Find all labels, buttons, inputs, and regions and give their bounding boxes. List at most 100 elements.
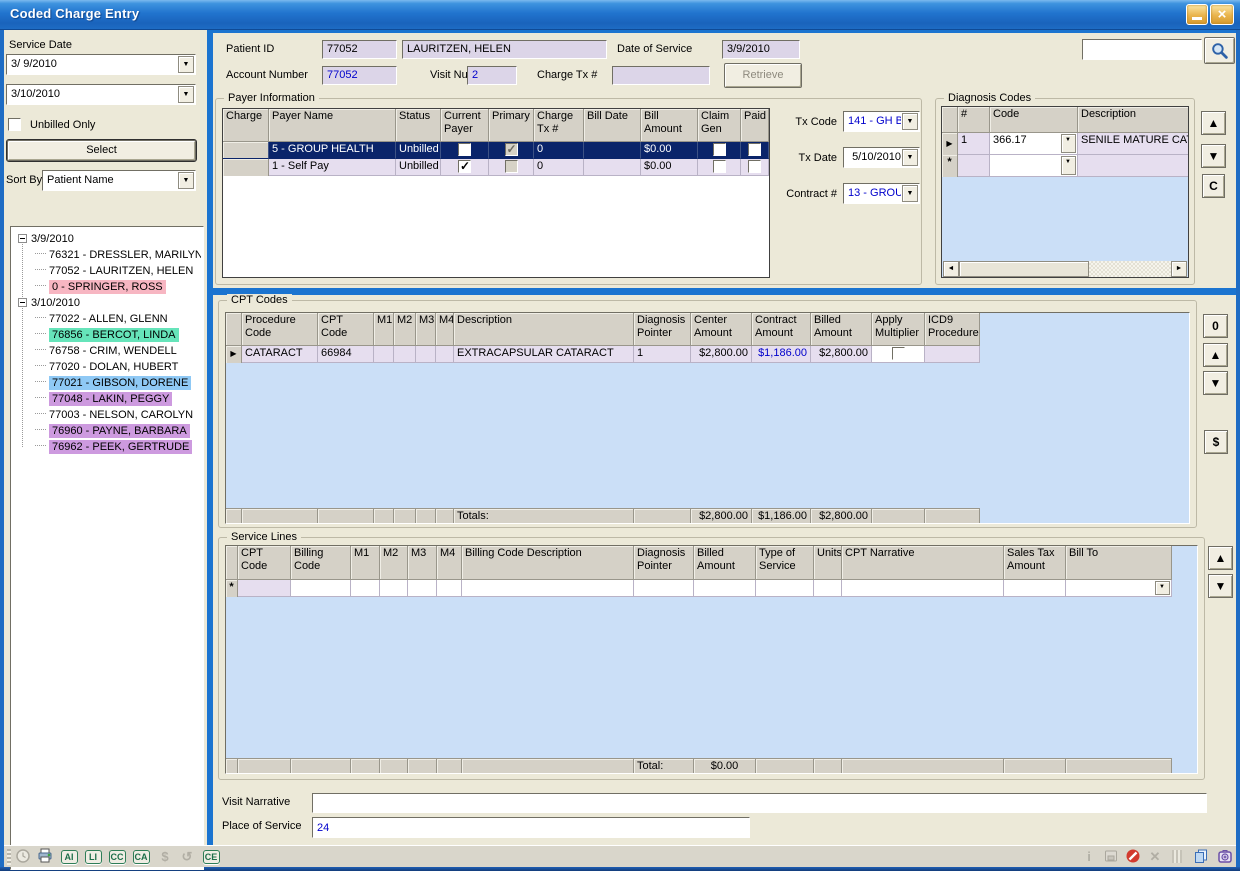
retrieve-button[interactable]: Retrieve (724, 63, 802, 88)
paid-checkbox[interactable] (748, 160, 761, 173)
chevron-down-icon[interactable] (1155, 581, 1170, 595)
payer-row[interactable]: 1 - Self PayUnbilled0$0.00 (223, 159, 769, 176)
diagnosis-c-button[interactable]: C (1202, 174, 1225, 198)
tree-date-node[interactable]: 3/9/2010 (13, 231, 201, 247)
sl-cell[interactable] (814, 580, 842, 597)
apply-multiplier-checkbox[interactable] (892, 347, 905, 360)
chevron-down-icon[interactable] (1061, 134, 1076, 153)
tx-code-combo[interactable]: 141 - GH BI (843, 111, 920, 132)
search-input[interactable] (1082, 39, 1202, 60)
tree-patient-item[interactable]: 77021 - GIBSON, DORENE (13, 375, 201, 391)
cpt-move-down-button[interactable]: ▼ (1203, 371, 1228, 395)
tx-date-combo[interactable]: 5/10/2010 (843, 147, 920, 168)
block-icon[interactable] (1122, 847, 1144, 866)
visit-narrative-input[interactable] (312, 793, 1207, 813)
payer-charge-cell[interactable] (223, 142, 269, 159)
diagnosis-move-up-button[interactable]: ▲ (1201, 111, 1226, 135)
service-lines-move-down-button[interactable]: ▼ (1208, 574, 1233, 598)
sl-cell[interactable] (634, 580, 694, 597)
patient-name-field[interactable]: LAURITZEN, HELEN (402, 40, 607, 59)
sl-cell[interactable] (408, 580, 437, 597)
service-line-new-row[interactable]: * (226, 580, 1197, 597)
chevron-down-icon[interactable] (902, 113, 918, 130)
current-payer-checkbox[interactable] (458, 143, 471, 156)
unbilled-only-checkbox[interactable] (8, 118, 21, 131)
claim-gen-checkbox[interactable] (713, 160, 726, 173)
scrollbar-thumb[interactable] (959, 261, 1089, 277)
scrollbar-track[interactable] (1089, 261, 1171, 277)
cpt-row[interactable]: ▶CATARACT66984EXTRACAPSULAR CATARACT1$2,… (226, 346, 1189, 363)
cpt-dollar-button[interactable]: $ (1204, 430, 1228, 454)
current-payer-checkbox[interactable] (458, 160, 471, 173)
sl-cell[interactable] (842, 580, 1004, 597)
payer-charge-cell[interactable] (223, 159, 269, 176)
service-date-from-combo[interactable]: 3/ 9/2010 (6, 54, 196, 75)
primary-checkbox[interactable] (505, 160, 518, 173)
tree-patient-item[interactable]: 76321 - DRESSLER, MARILYN . (13, 247, 201, 263)
ai-badge-icon[interactable]: AI (58, 847, 80, 866)
chevron-down-icon[interactable] (902, 149, 918, 166)
print-icon[interactable] (34, 847, 56, 866)
chevron-down-icon[interactable] (902, 185, 918, 202)
tree-patient-item[interactable]: 77048 - LAKIN, PEGGY (13, 391, 201, 407)
tree-patient-item[interactable]: 76856 - BERCOT, LINDA (13, 327, 201, 343)
charge-tx-field[interactable] (612, 66, 710, 85)
title-bar[interactable]: Coded Charge Entry × (0, 0, 1240, 30)
sl-cell[interactable] (380, 580, 408, 597)
diagnosis-move-down-button[interactable]: ▼ (1201, 144, 1226, 168)
paid-checkbox[interactable] (748, 143, 761, 156)
collapse-icon[interactable] (18, 234, 27, 243)
close-button[interactable]: × (1210, 4, 1234, 25)
panel-splitter[interactable] (207, 30, 213, 845)
sort-by-combo[interactable]: Patient Name (42, 170, 196, 191)
service-lines-move-up-button[interactable]: ▲ (1208, 546, 1233, 570)
case-add-icon[interactable] (1214, 847, 1236, 866)
sl-cell[interactable] (694, 580, 756, 597)
sl-cell[interactable] (437, 580, 462, 597)
minimize-button[interactable] (1186, 4, 1208, 25)
tree-patient-item[interactable]: 77020 - DOLAN, HUBERT (13, 359, 201, 375)
date-of-service-field[interactable]: 3/9/2010 (722, 40, 800, 59)
collapse-icon[interactable] (18, 298, 27, 307)
sl-bill-to-cell[interactable] (1066, 580, 1172, 597)
cpt-zero-button[interactable]: 0 (1203, 314, 1228, 338)
place-of-service-input[interactable] (312, 817, 750, 838)
cpt-move-up-button[interactable]: ▲ (1203, 343, 1228, 367)
tree-patient-item[interactable]: 77022 - ALLEN, GLENN (13, 311, 201, 327)
service-date-to-combo[interactable]: 3/10/2010 (6, 84, 196, 105)
account-number-field[interactable]: 77052 (322, 66, 397, 85)
payer-name-cell[interactable]: 1 - Self Pay (269, 159, 396, 176)
contract-number-combo[interactable]: 13 - GROU (843, 183, 920, 204)
select-button[interactable]: Select (7, 140, 196, 161)
visit-number-field[interactable]: 2 (467, 66, 517, 85)
diagnosis-code-combo[interactable] (990, 155, 1078, 177)
scroll-right-icon[interactable]: ► (1171, 261, 1187, 277)
diagnosis-new-row[interactable]: * (942, 155, 1188, 177)
chevron-down-icon[interactable] (178, 56, 194, 73)
tree-patient-item[interactable]: 0 - SPRINGER, ROSS (13, 279, 201, 295)
claim-gen-checkbox[interactable] (713, 143, 726, 156)
ce-badge-icon[interactable]: CE (200, 847, 222, 866)
sl-cell[interactable] (291, 580, 351, 597)
chevron-down-icon[interactable] (178, 86, 194, 103)
primary-checkbox[interactable] (505, 143, 518, 156)
scroll-left-icon[interactable]: ◄ (943, 261, 959, 277)
li-badge-icon[interactable]: LI (82, 847, 104, 866)
sl-cell[interactable] (756, 580, 814, 597)
tree-date-node[interactable]: 3/10/2010 (13, 295, 201, 311)
toolbar-grip[interactable] (7, 849, 11, 865)
tree-patient-item[interactable]: 76960 - PAYNE, BARBARA (13, 423, 201, 439)
copy-pages-icon[interactable] (1190, 847, 1212, 866)
tree-patient-item[interactable]: 76962 - PEEK, GERTRUDE (13, 439, 201, 455)
patient-id-field[interactable]: 77052 (322, 40, 397, 59)
chevron-down-icon[interactable] (1061, 156, 1076, 175)
payer-name-cell[interactable]: 5 - GROUP HEALTH (269, 142, 396, 159)
sl-cell[interactable] (462, 580, 634, 597)
ca-badge-icon[interactable]: CA (130, 847, 152, 866)
tree-patient-item[interactable]: 77052 - LAURITZEN, HELEN (13, 263, 201, 279)
sl-cell[interactable] (1004, 580, 1066, 597)
diagnosis-code-combo[interactable]: 366.17 (990, 133, 1078, 155)
tree-patient-item[interactable]: 76758 - CRIM, WENDELL (13, 343, 201, 359)
diagnosis-row[interactable]: ▶1366.17SENILE MATURE CATARA (942, 133, 1188, 155)
search-button[interactable] (1204, 37, 1235, 64)
